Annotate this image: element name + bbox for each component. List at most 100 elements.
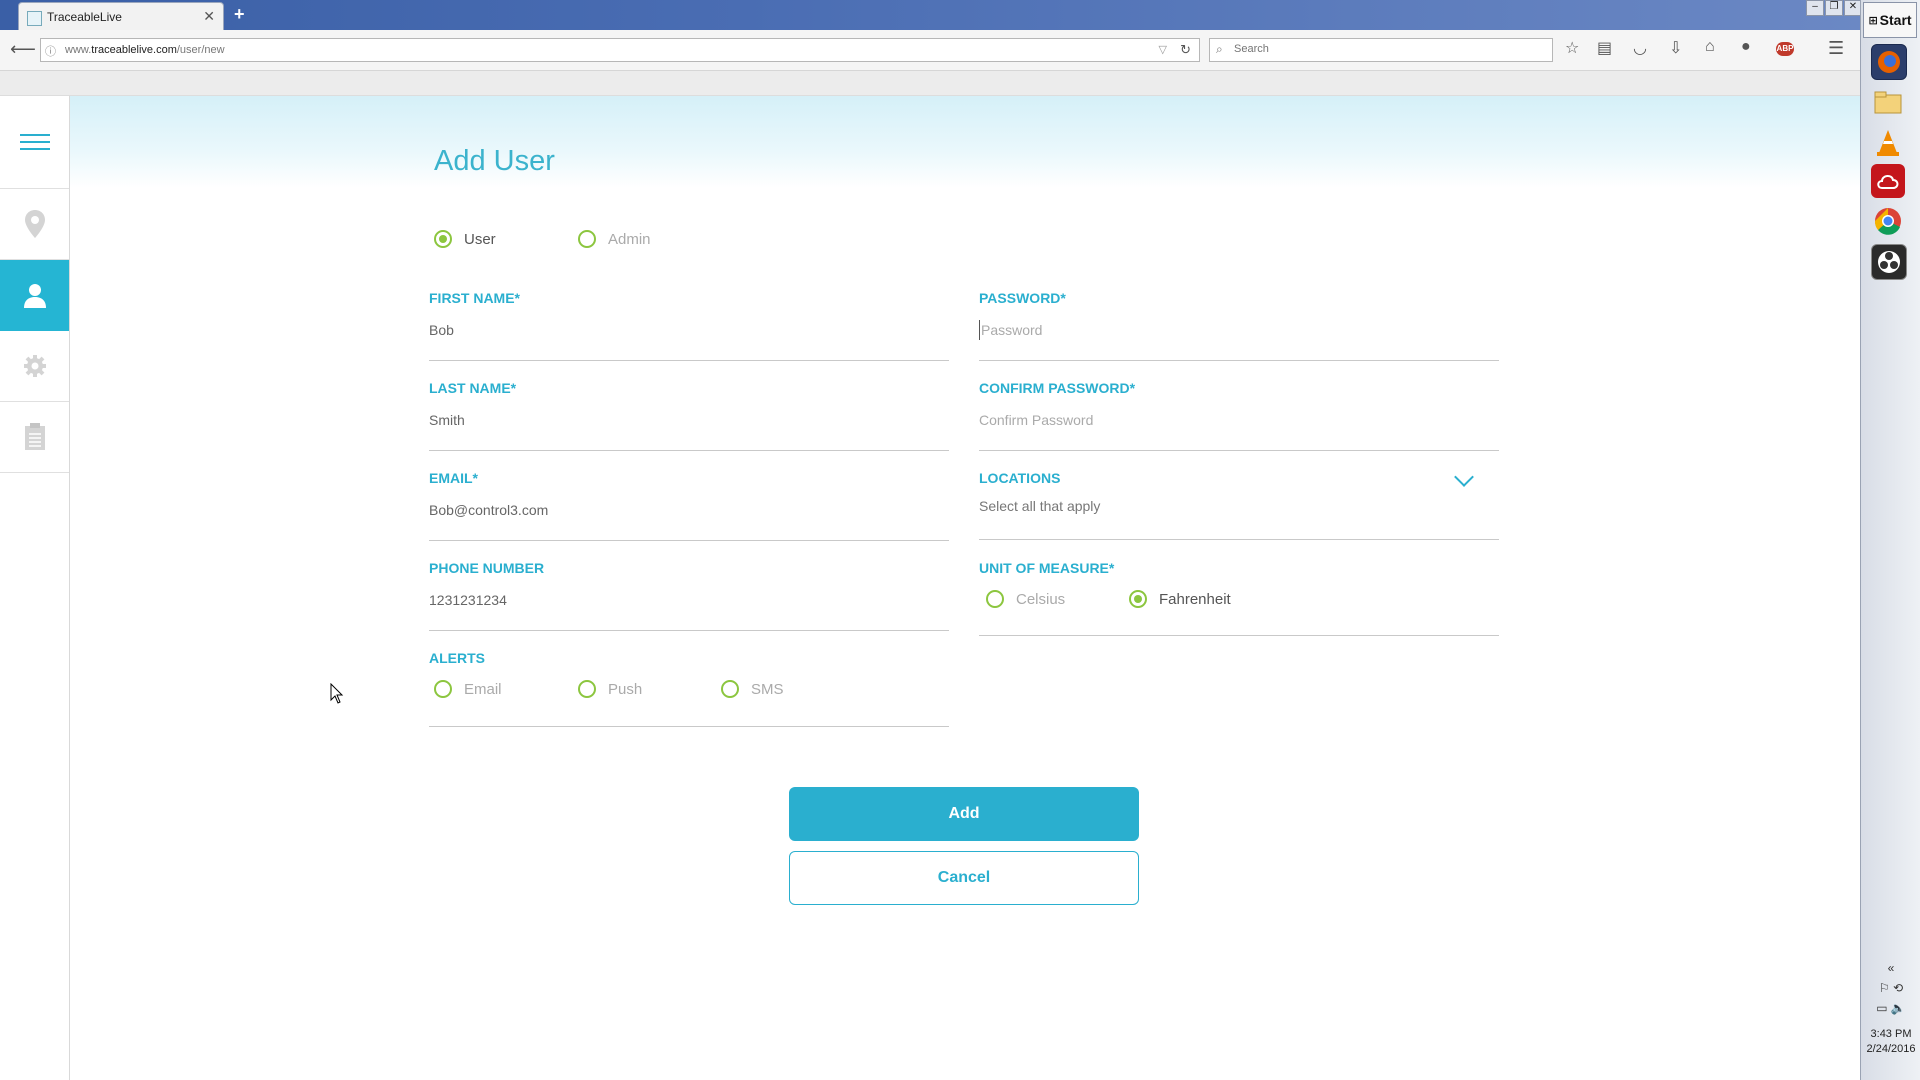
browser-navbar: ⟵ ⓘ www.traceablelive.com/user/new ▽ ↻ ⌕… — [0, 30, 1860, 71]
toolbar-strip — [0, 71, 1860, 96]
sidebar-item-settings[interactable] — [0, 331, 69, 402]
restore-icon[interactable]: ❐ — [1825, 0, 1843, 16]
start-button[interactable]: ⊞ Start — [1863, 2, 1917, 38]
url-bar[interactable]: ⓘ www.traceablelive.com/user/new ▽ ↻ — [40, 38, 1200, 62]
role-admin-radio[interactable]: Admin — [578, 230, 651, 248]
last-name-label: LAST NAME* — [429, 380, 517, 396]
favicon-icon — [27, 11, 42, 26]
confirm-password-field: CONFIRM PASSWORD* — [979, 380, 1499, 451]
alert-push-label: Push — [608, 680, 643, 698]
gear-icon — [23, 355, 46, 377]
minimize-icon[interactable]: ‒ — [1806, 0, 1824, 16]
unit-celsius-radio[interactable]: Celsius — [986, 590, 1065, 608]
obs-logo — [1878, 251, 1900, 273]
email-label: EMAIL* — [429, 470, 478, 486]
chat-icon[interactable]: ● — [1741, 38, 1751, 56]
back-icon[interactable]: ⟵ — [10, 39, 36, 60]
role-admin-label: Admin — [608, 230, 651, 248]
radio-circle — [434, 230, 452, 248]
browser-search-bar[interactable]: ⌕ — [1209, 38, 1553, 62]
reload-icon[interactable]: ↻ — [1180, 42, 1191, 58]
pocket-icon[interactable]: ◡ — [1633, 38, 1647, 58]
obs-icon[interactable] — [1871, 244, 1907, 280]
chrome-icon[interactable] — [1871, 204, 1905, 238]
last-name-field: LAST NAME* — [429, 380, 949, 451]
traffic-cone-icon — [1877, 130, 1899, 156]
desktop-launcher-bar: ⊞ Start « ⚐ ⟲ ▭ 🔈 3:43 PM 2/24/2016 — [1860, 0, 1920, 1080]
system-tray: « ⚐ ⟲ ▭ 🔈 — [1861, 955, 1920, 1015]
radio-circle — [434, 680, 452, 698]
creative-cloud-logo — [1877, 175, 1899, 189]
browser-menu-icon[interactable]: ☰ — [1828, 38, 1844, 59]
folder-icon — [1874, 91, 1902, 114]
tray-display-volume-icons[interactable]: ▭ 🔈 — [1861, 1001, 1920, 1015]
alert-push-radio[interactable]: Push — [578, 680, 642, 698]
tray-flag-network-icons[interactable]: ⚐ ⟲ — [1861, 981, 1920, 995]
reading-list-icon[interactable]: ▤ — [1597, 38, 1612, 58]
sidebar-item-locations[interactable] — [0, 189, 69, 260]
alert-email-radio[interactable]: Email — [434, 680, 502, 698]
phone-field: PHONE NUMBER — [429, 560, 949, 631]
clock-time[interactable]: 3:43 PM — [1861, 1028, 1920, 1040]
sidebar-item-users[interactable] — [0, 260, 69, 331]
unit-label: UNIT OF MEASURE* — [979, 560, 1115, 576]
url-text: www.traceablelive.com/user/new — [65, 44, 225, 56]
cancel-button[interactable]: Cancel — [789, 851, 1139, 905]
bookmark-star-icon[interactable]: ☆ — [1565, 38, 1579, 58]
tray-expand-icon[interactable]: « — [1861, 961, 1920, 975]
browser-search-input[interactable] — [1232, 42, 1536, 56]
app-sidebar — [0, 96, 70, 1080]
download-icon[interactable]: ⇩ — [1669, 38, 1682, 58]
site-info-icon[interactable]: ⓘ — [45, 43, 56, 59]
alert-sms-radio[interactable]: SMS — [721, 680, 784, 698]
password-input[interactable] — [979, 320, 1481, 340]
locations-label: LOCATIONS — [979, 470, 1061, 486]
browser-tab[interactable]: TraceableLive ✕ — [18, 2, 224, 30]
chevron-down-icon[interactable] — [1454, 467, 1474, 487]
confirm-password-input[interactable] — [979, 410, 1479, 430]
unit-fahrenheit-radio[interactable]: Fahrenheit — [1129, 590, 1231, 608]
home-icon[interactable]: ⌂ — [1705, 38, 1715, 56]
unit-of-measure-field: UNIT OF MEASURE* Celsius Fahrenheit — [979, 560, 1499, 636]
clock-date[interactable]: 2/24/2016 — [1861, 1043, 1920, 1055]
unit-celsius-label: Celsius — [1016, 590, 1066, 608]
password-field: PASSWORD* — [979, 290, 1499, 361]
page-title: Add User — [434, 145, 555, 178]
file-explorer-icon[interactable] — [1871, 86, 1905, 120]
chrome-logo — [1874, 208, 1901, 235]
windows-logo-icon: ⊞ — [1868, 14, 1878, 27]
url-dropdown-icon[interactable]: ▽ — [1159, 43, 1167, 56]
sidebar-item-reports[interactable] — [0, 402, 69, 473]
page-header: Add User — [70, 96, 1860, 188]
radio-circle — [578, 230, 596, 248]
adobe-cloud-icon[interactable] — [1871, 164, 1905, 198]
clipboard-icon — [24, 423, 45, 450]
first-name-label: FIRST NAME* — [429, 290, 520, 306]
first-name-field: FIRST NAME* — [429, 290, 949, 361]
locations-dropdown[interactable]: LOCATIONS Select all that apply — [979, 467, 1499, 540]
last-name-input[interactable] — [429, 410, 929, 430]
locations-hint: Select all that apply — [979, 498, 1101, 514]
role-user-radio[interactable]: User — [434, 230, 496, 248]
alert-sms-label: SMS — [751, 680, 784, 698]
firefox-icon[interactable] — [1871, 44, 1907, 80]
vlc-icon[interactable] — [1871, 126, 1905, 160]
radio-circle — [578, 680, 596, 698]
close-tab-icon[interactable]: ✕ — [203, 8, 215, 25]
radio-circle — [721, 680, 739, 698]
phone-label: PHONE NUMBER — [429, 560, 545, 576]
adblock-icon[interactable]: ABP — [1776, 42, 1794, 56]
password-label: PASSWORD* — [979, 290, 1066, 306]
email-input[interactable] — [429, 500, 929, 520]
new-tab-icon[interactable]: + — [234, 4, 245, 25]
radio-circle — [1129, 590, 1147, 608]
phone-input[interactable] — [429, 590, 929, 610]
alert-email-label: Email — [464, 680, 502, 698]
menu-icon[interactable] — [0, 96, 69, 189]
location-pin-icon — [24, 210, 45, 238]
unit-fahrenheit-label: Fahrenheit — [1159, 590, 1231, 608]
add-button[interactable]: Add — [789, 787, 1139, 841]
first-name-input[interactable] — [429, 320, 929, 340]
role-user-label: User — [464, 230, 496, 248]
alerts-field: ALERTS Email Push SMS — [429, 650, 949, 727]
